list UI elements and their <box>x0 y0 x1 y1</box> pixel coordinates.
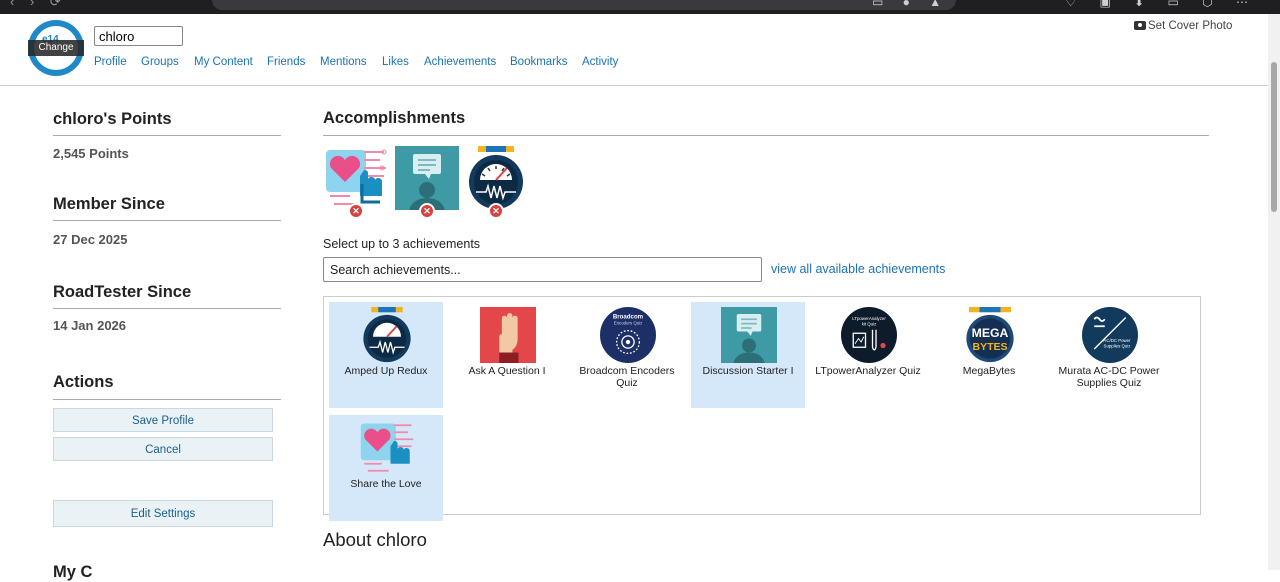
murata-quiz-icon: AC/DC Power Supplies Quiz <box>1082 307 1138 363</box>
nav-mentions[interactable]: Mentions <box>320 56 367 68</box>
achievement-label: MegaBytes <box>962 365 1016 377</box>
achievement-label: Amped Up Redux <box>344 365 428 377</box>
scrollbar-thumb[interactable] <box>1271 62 1277 212</box>
achievement-label: Share the Love <box>350 478 422 490</box>
remove-achievement-button[interactable]: ✕ <box>419 203 435 219</box>
murata-badge-line2: Supplies Quiz <box>1104 343 1131 348</box>
profile-header: e14 Change Profile Groups My Content Fri… <box>0 14 1268 86</box>
roadtester-title: RoadTester Since <box>53 283 192 301</box>
lt-badge-line2: kit Quiz <box>862 321 877 326</box>
achievement-label: Broadcom Encoders Quiz <box>579 365 675 389</box>
member-since-value: 27 Dec 2025 <box>53 232 128 247</box>
broadcom-badge-line1: Broadcom <box>613 313 644 320</box>
broadcom-quiz-icon: Broadcom Encoders Quiz <box>600 307 656 363</box>
mega-badge-line1: MEGA <box>972 326 1009 340</box>
achievement-megabytes[interactable]: MEGA BYTES MegaBytes <box>932 302 1046 408</box>
search-achievements-input[interactable] <box>323 257 762 282</box>
divider <box>53 308 281 309</box>
divider <box>53 220 281 221</box>
nav-friends[interactable]: Friends <box>267 56 305 68</box>
remove-achievement-button[interactable]: ✕ <box>488 203 504 219</box>
achievement-label: Ask A Question I <box>468 365 546 377</box>
selected-amped-up-redux: ✕ <box>464 146 528 219</box>
actions-title: Actions <box>53 373 114 391</box>
achievement-picker: Amped Up Redux Ask A Question I Broadcom… <box>323 296 1201 521</box>
roadtester-value: 14 Jan 2026 <box>53 318 127 333</box>
achievement-amped-up-redux[interactable]: Amped Up Redux <box>329 302 443 408</box>
achievement-share-the-love[interactable]: Share the Love <box>329 415 443 521</box>
speech-bubble-person-icon <box>721 307 777 363</box>
nav-likes[interactable]: Likes <box>382 56 409 68</box>
murata-badge-line1: AC/DC Power <box>1103 338 1131 343</box>
select-achievements-label: Select up to 3 achievements <box>323 237 481 251</box>
meter-medal-icon <box>469 146 523 209</box>
achievement-broadcom-encoders-quiz[interactable]: Broadcom Encoders Quiz Broadcom Encoders… <box>570 302 684 408</box>
achievement-label: LTpowerAnalyzer Quiz <box>815 365 921 377</box>
raised-hand-icon <box>480 307 536 363</box>
broadcom-badge-line2: Encoders Quiz <box>614 321 643 326</box>
accomplishments-title: Accomplishments <box>323 109 466 127</box>
camera-icon <box>1134 21 1146 30</box>
selected-share-the-love: ✕ <box>324 146 388 219</box>
divider <box>53 135 281 136</box>
nav-achievements[interactable]: Achievements <box>424 56 496 68</box>
achievement-label: Discussion Starter I <box>702 365 794 377</box>
edit-settings-button[interactable]: Edit Settings <box>53 500 273 527</box>
member-since-title: Member Since <box>53 195 165 213</box>
view-all-achievements-link[interactable]: view all available achievements <box>771 262 945 276</box>
meter-medal-icon <box>363 307 411 363</box>
ltpoweranalyzer-quiz-icon: LTpowerAnalyzer kit Quiz <box>841 307 897 363</box>
achievement-ask-a-question[interactable]: Ask A Question I <box>450 302 564 408</box>
divider <box>323 135 1209 136</box>
nav-groups[interactable]: Groups <box>141 56 179 68</box>
page-scrollbar[interactable] <box>1268 14 1280 570</box>
avatar-change-button[interactable]: Change <box>28 40 84 56</box>
achievement-murata-quiz[interactable]: AC/DC Power Supplies Quiz Murata AC-DC P… <box>1052 302 1166 408</box>
set-cover-photo-link[interactable]: Set Cover Photo <box>1134 20 1232 32</box>
mega-badge-line2: BYTES <box>972 341 1007 353</box>
megabytes-medal-icon: MEGA BYTES <box>966 307 1014 363</box>
achievement-discussion-starter[interactable]: Discussion Starter I <box>691 302 805 408</box>
browser-extension-icons[interactable]: ▭ ● ▲ <box>872 0 949 9</box>
heart-hand-icon <box>324 146 388 210</box>
nav-activity[interactable]: Activity <box>582 56 618 68</box>
remove-achievement-button[interactable]: ✕ <box>348 203 364 219</box>
points-value: 2,545 Points <box>53 146 129 161</box>
browser-nav-icons[interactable]: ‹ › ⟳ <box>10 0 67 10</box>
save-profile-button[interactable]: Save Profile <box>53 408 273 432</box>
nav-my-content[interactable]: My Content <box>194 56 253 68</box>
lt-badge-line1: LTpowerAnalyzer <box>852 316 886 321</box>
set-cover-photo-label: Set Cover Photo <box>1148 20 1233 32</box>
selected-discussion-starter: ✕ <box>395 146 459 219</box>
heart-hand-icon <box>360 423 414 472</box>
avatar[interactable]: e14 Change <box>28 20 84 76</box>
achievement-label: Murata AC-DC Power Supplies Quiz <box>1058 365 1160 389</box>
about-heading: About chloro <box>323 529 427 550</box>
browser-chrome: ‹ › ⟳ ▭ ● ▲ ♡ ▣ ⬇ ▭ ⬡ ⋯ <box>0 0 1280 14</box>
nav-profile[interactable]: Profile <box>94 56 127 68</box>
divider <box>53 399 281 400</box>
nav-bookmarks[interactable]: Bookmarks <box>510 56 568 68</box>
browser-toolbar-icons[interactable]: ♡ ▣ ⬇ ▭ ⬡ ⋯ <box>1065 0 1258 9</box>
username-field[interactable] <box>94 26 183 46</box>
address-bar[interactable] <box>212 0 956 10</box>
cancel-button[interactable]: Cancel <box>53 437 273 461</box>
achievement-ltpoweranalyzer-quiz[interactable]: LTpowerAnalyzer kit Quiz LTpowerAnalyzer… <box>811 302 925 408</box>
next-section-heading: My C <box>53 563 93 581</box>
speech-bubble-person-icon <box>395 146 459 210</box>
points-title: chloro's Points <box>53 110 172 128</box>
